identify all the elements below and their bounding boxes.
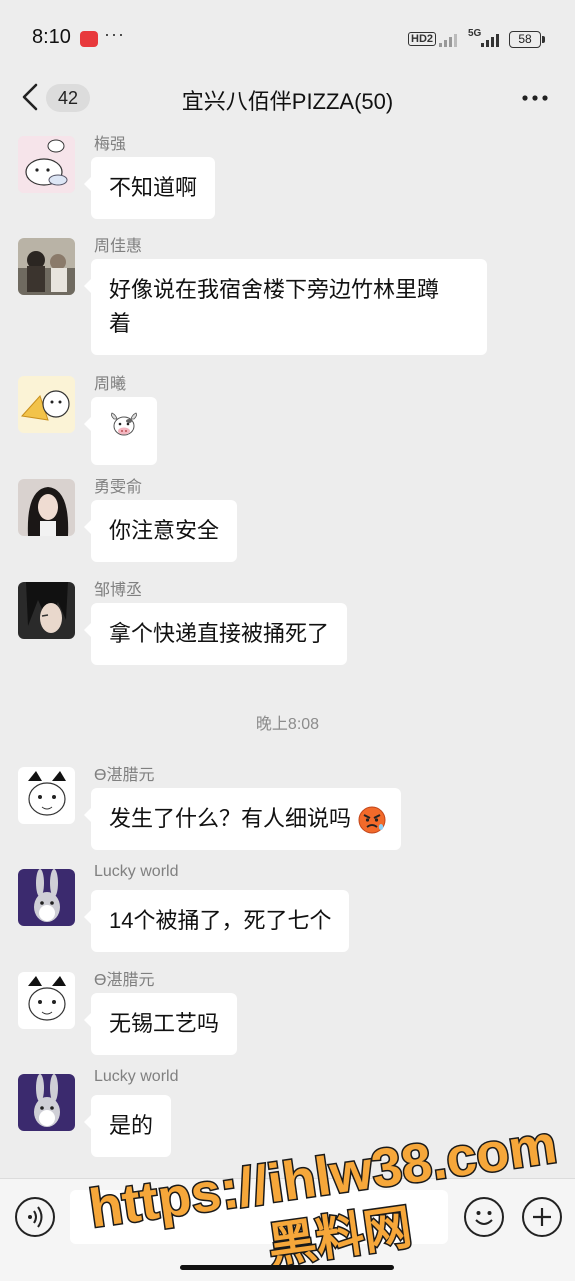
- sender-name: 梅强: [94, 136, 127, 153]
- chat-header: 42 宜兴八佰伴PIZZA(50): [0, 70, 575, 126]
- battery-icon: 58: [509, 31, 545, 48]
- hd-voice-indicator: HD2: [408, 32, 437, 46]
- message-bubble[interactable]: 是的: [83, 1095, 172, 1157]
- sender-name: 邹博丞: [94, 582, 143, 599]
- avatar[interactable]: [18, 479, 75, 536]
- cow-face-emoji-icon: [110, 412, 138, 436]
- message-text: 无锡工艺吗: [109, 1011, 220, 1036]
- sender-name: 勇雯俞: [94, 479, 143, 496]
- avatar[interactable]: [18, 136, 75, 193]
- chat-timestamp: 晚上8:08: [255, 716, 320, 733]
- message-text: 是的: [109, 1113, 154, 1138]
- home-indicator: [180, 1265, 394, 1270]
- message-text: 你注意安全: [109, 518, 220, 543]
- avatar[interactable]: [18, 238, 75, 295]
- photo-avatar-image: [18, 479, 75, 536]
- message-bubble[interactable]: 发生了什么？有人细说吗: [83, 788, 402, 850]
- angry-face-emoji-icon: [358, 806, 386, 834]
- avatar[interactable]: [18, 1074, 75, 1131]
- anime-character-avatar-image: [18, 582, 75, 639]
- avatar[interactable]: [18, 582, 75, 639]
- avatar[interactable]: [18, 767, 75, 824]
- sketch-cat-avatar-image: [18, 972, 75, 1029]
- input-bar: [0, 1178, 575, 1281]
- message-bubble[interactable]: 不知道啊: [83, 157, 216, 219]
- avatar[interactable]: [18, 869, 75, 926]
- sender-name: Lucky world: [94, 863, 179, 880]
- message-text: 拿个快递直接被捅死了: [109, 621, 330, 646]
- cartoon-dog-avatar-image: [18, 376, 75, 433]
- wifi-signal-icon: [439, 34, 457, 47]
- sender-name: 周曦: [94, 376, 127, 393]
- message-bubble[interactable]: 好像说在我宿舍楼下旁边竹林里蹲 着: [84, 259, 487, 355]
- more-actions-button[interactable]: [522, 1197, 562, 1237]
- notification-app-icon: [80, 31, 98, 47]
- voice-input-button[interactable]: [15, 1197, 55, 1237]
- status-bar: 8:10 ··· HD2 5G 58: [0, 0, 575, 78]
- sender-name: ϴ湛腊元: [94, 972, 155, 989]
- message-bubble[interactable]: 无锡工艺吗: [83, 993, 238, 1055]
- message-bubble[interactable]: [84, 397, 157, 465]
- plus-icon: [533, 1208, 551, 1226]
- more-options-icon[interactable]: [520, 84, 550, 112]
- sketch-cat-avatar-image: [18, 767, 75, 824]
- message-text: 不知道啊: [109, 175, 198, 200]
- message-input[interactable]: [70, 1190, 448, 1244]
- photo-avatar-image: [18, 238, 75, 295]
- bugs-bunny-avatar-image: [18, 1074, 75, 1131]
- chat-title: 宜兴八佰伴PIZZA(50): [181, 89, 394, 114]
- sender-name: 周佳惠: [94, 238, 143, 255]
- cellular-signal-icon: [481, 34, 499, 47]
- message-text-line: 好像说在我宿舍楼下旁边竹林里蹲: [109, 277, 440, 302]
- sender-name: ϴ湛腊元: [94, 767, 155, 784]
- message-text: 发生了什么？有人细说吗: [109, 806, 352, 831]
- avatar[interactable]: [18, 972, 75, 1029]
- status-more-dots: ···: [104, 24, 125, 44]
- avatar[interactable]: [18, 376, 75, 433]
- voice-icon: [28, 1206, 43, 1228]
- sender-name: Lucky world: [94, 1068, 179, 1085]
- cartoon-cat-avatar-image: [18, 136, 75, 193]
- message-bubble[interactable]: 你注意安全: [83, 500, 238, 562]
- smiley-icon: [475, 1211, 493, 1225]
- message-text: 14个被捅了，死了七个: [109, 908, 332, 933]
- message-text-line: 着: [109, 311, 132, 336]
- bugs-bunny-avatar-image: [18, 869, 75, 926]
- status-time: 8:10: [32, 26, 71, 48]
- emoji-button[interactable]: [464, 1197, 504, 1237]
- message-bubble[interactable]: 14个被捅了，死了七个: [83, 890, 350, 952]
- message-bubble[interactable]: 拿个快递直接被捅死了: [83, 603, 348, 665]
